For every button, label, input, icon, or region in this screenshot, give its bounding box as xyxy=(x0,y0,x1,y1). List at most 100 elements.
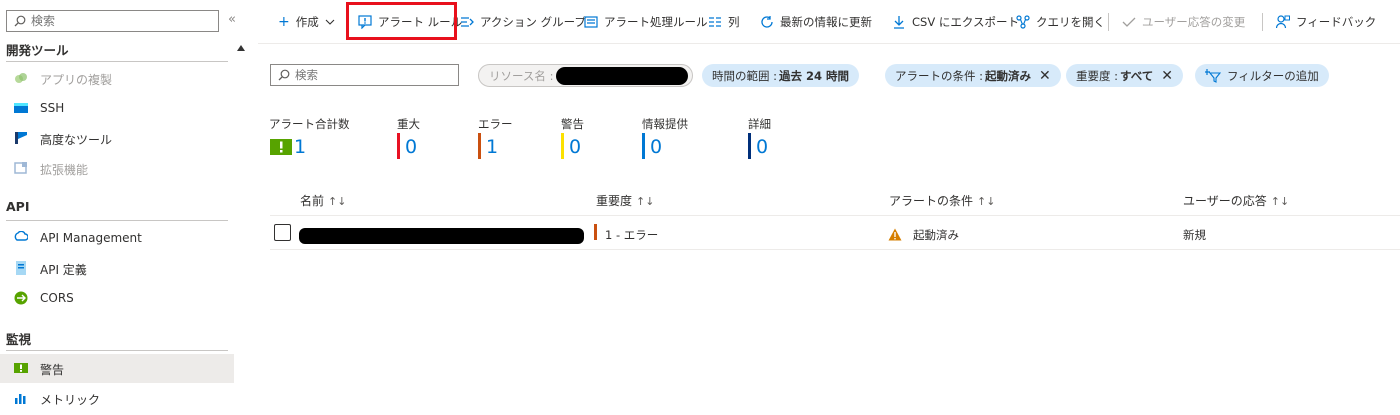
error-indicator-bar xyxy=(478,133,481,159)
alert-processing-rules-button[interactable]: アラート処理ルール xyxy=(584,11,708,33)
user-response-cell: 新規 xyxy=(1183,228,1206,242)
feedback-button[interactable]: フィードバック xyxy=(1276,11,1376,33)
divider xyxy=(6,61,228,62)
feedback-icon xyxy=(1276,15,1290,29)
summary-label-verbose: 詳細 xyxy=(748,117,771,131)
row-checkbox[interactable] xyxy=(274,224,291,241)
alert-rules-button[interactable]: アラート ルール xyxy=(358,11,462,33)
warning-indicator-bar xyxy=(561,133,564,159)
summary-label-total: アラート合計数 xyxy=(269,117,350,131)
sidebar-item-label: 高度なツール xyxy=(40,133,113,147)
close-icon[interactable]: ✕ xyxy=(1039,68,1051,84)
informational-indicator-bar xyxy=(642,133,645,159)
sidebar-item-api-management[interactable]: API Management xyxy=(0,224,234,253)
alert-condition-label: アラートの条件 : xyxy=(895,68,984,83)
sort-icon[interactable]: ↑↓ xyxy=(328,195,346,208)
create-button[interactable]: + 作成 xyxy=(278,11,335,33)
alerts-search-box[interactable] xyxy=(270,64,459,86)
api-management-icon xyxy=(14,231,28,241)
cors-icon xyxy=(14,291,28,305)
open-query-button[interactable]: クエリを開く xyxy=(1016,11,1105,33)
toolbar-separator xyxy=(1108,13,1109,31)
sidebar-item-label: メトリック xyxy=(40,393,101,407)
section-monitoring: 監視 xyxy=(6,332,32,347)
column-header-alert-condition[interactable]: アラートの条件 ↑↓ xyxy=(889,192,995,209)
sort-icon[interactable]: ↑↓ xyxy=(1271,195,1289,208)
sidebar-item-api-definition[interactable]: API 定義 xyxy=(0,254,234,283)
sidebar-search-box[interactable] xyxy=(6,10,219,32)
search-icon xyxy=(14,15,26,27)
export-csv-label: CSV にエクスポート xyxy=(912,15,1020,29)
sidebar-menu: 開発ツール アプリの複製 SSH 高度なツール 拡張機能 API API Man… xyxy=(0,36,252,415)
columns-icon xyxy=(709,17,721,27)
action-groups-button[interactable]: アクション グループ xyxy=(460,11,586,33)
create-label: 作成 xyxy=(295,15,319,29)
severity-label: 重要度 : xyxy=(1076,68,1119,83)
sidebar-item-advanced-tools[interactable]: 高度なツール xyxy=(0,124,234,153)
sidebar-item-metrics[interactable]: メトリック xyxy=(0,384,234,413)
clone-app-icon xyxy=(15,73,27,83)
alert-rules-label: アラート ルール xyxy=(378,15,463,29)
section-api: API xyxy=(6,199,30,214)
add-filter-button[interactable]: フィルターの追加 xyxy=(1195,64,1329,87)
sidebar-item-label: SSH xyxy=(40,101,65,115)
sort-icon[interactable]: ↑↓ xyxy=(636,195,654,208)
column-header-name[interactable]: 名前 ↑↓ xyxy=(300,192,346,209)
scroll-up-arrow-icon[interactable] xyxy=(236,44,246,52)
summary-value-total[interactable]: 1 xyxy=(294,135,306,159)
sidebar-item-label: API 定義 xyxy=(40,263,87,277)
query-icon xyxy=(1016,15,1030,29)
sidebar-item-extensions[interactable]: 拡張機能 xyxy=(0,154,234,183)
ssh-terminal-icon xyxy=(14,103,28,113)
summary-value-verbose[interactable]: 0 xyxy=(756,135,768,159)
export-csv-button[interactable]: CSV にエクスポート xyxy=(892,11,1019,33)
redacted-resource-name xyxy=(556,67,688,85)
change-user-response-button[interactable]: ユーザー応答の変更 xyxy=(1122,11,1245,33)
column-header-user-response[interactable]: ユーザーの応答 ↑↓ xyxy=(1183,192,1289,209)
alerts-search-input[interactable] xyxy=(295,67,450,83)
divider xyxy=(6,220,228,221)
time-range-label: 時間の範囲 : xyxy=(712,68,778,83)
sidebar-item-cors[interactable]: CORS xyxy=(0,284,234,313)
column-header-label: 重要度 xyxy=(596,194,633,208)
table-divider xyxy=(270,249,1400,250)
sidebar-search-input[interactable] xyxy=(31,13,211,29)
toolbar-divider xyxy=(258,43,1400,44)
sidebar: « 開発ツール アプリの複製 SSH 高度なツール xyxy=(0,0,252,415)
divider xyxy=(6,350,228,351)
severity-filter-pill[interactable]: 重要度 : すべて ✕ xyxy=(1066,64,1184,87)
alert-processing-rules-label: アラート処理ルール xyxy=(604,15,708,29)
summary-value-error[interactable]: 1 xyxy=(486,135,498,159)
summary-value-warning[interactable]: 0 xyxy=(569,135,581,159)
alert-rule-icon xyxy=(358,15,372,29)
severity-cell: 1 - エラー xyxy=(605,228,659,242)
time-range-filter-pill[interactable]: 時間の範囲 : 過去 24 時間 xyxy=(702,64,860,87)
summary-label-critical: 重大 xyxy=(397,117,420,131)
download-icon xyxy=(894,16,904,29)
sidebar-item-ssh[interactable]: SSH xyxy=(0,94,234,123)
sidebar-item-label: アプリの複製 xyxy=(40,73,113,87)
critical-indicator-bar xyxy=(397,133,400,159)
alert-condition-value: 起動済み xyxy=(985,68,1032,83)
redacted-alert-name[interactable] xyxy=(299,228,584,244)
summary-value-informational[interactable]: 0 xyxy=(650,135,662,159)
sidebar-item-clone-app[interactable]: アプリの複製 xyxy=(0,64,234,93)
refresh-label: 最新の情報に更新 xyxy=(780,15,872,29)
sidebar-item-alerts[interactable]: 警告 xyxy=(0,354,234,383)
columns-button[interactable]: 列 xyxy=(708,11,740,33)
close-icon[interactable]: ✕ xyxy=(1161,68,1173,84)
column-header-severity[interactable]: 重要度 ↑↓ xyxy=(596,192,654,209)
column-header-label: ユーザーの応答 xyxy=(1183,194,1267,208)
toolbar-separator xyxy=(1262,13,1263,31)
collapse-sidebar-button[interactable]: « xyxy=(228,12,236,27)
sort-icon[interactable]: ↑↓ xyxy=(977,195,995,208)
refresh-button[interactable]: 最新の情報に更新 xyxy=(760,11,872,33)
table-divider xyxy=(270,215,1400,216)
extensions-icon xyxy=(14,162,27,174)
time-range-value: 過去 24 時間 xyxy=(779,68,850,83)
sidebar-item-label: API Management xyxy=(40,231,142,245)
alert-condition-filter-pill[interactable]: アラートの条件 : 起動済み ✕ xyxy=(885,64,1061,87)
processing-rules-icon xyxy=(584,16,598,28)
command-bar: + 作成 アラート ルール アクション グループ アラート処理ルール 列 最新の… xyxy=(266,0,1400,43)
summary-value-critical[interactable]: 0 xyxy=(405,135,417,159)
